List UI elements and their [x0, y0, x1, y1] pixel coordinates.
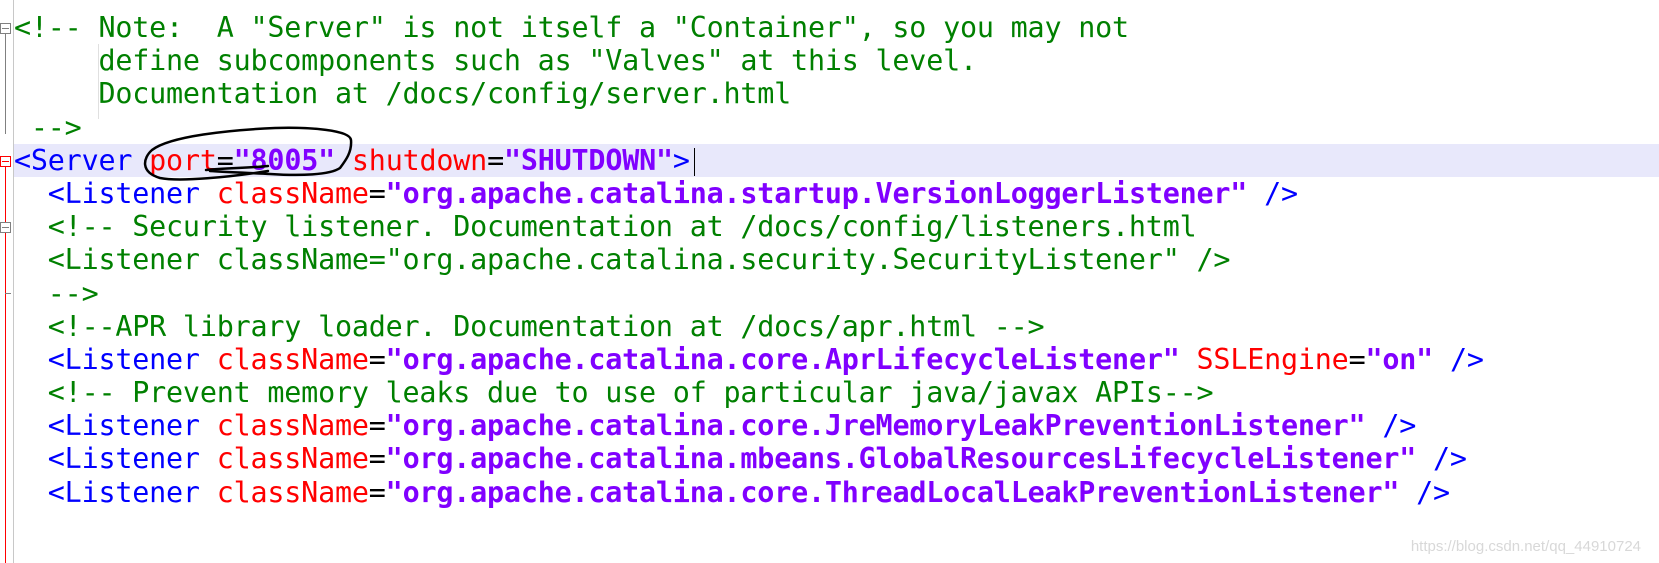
code-line[interactable]: <Listener className="org.apache.catalina…	[14, 476, 1659, 509]
token-comment: -->	[14, 110, 82, 144]
watermark: https://blog.csdn.net/qq_44910724	[1410, 538, 1641, 555]
code-line[interactable]: <Listener className="org.apache.catalina…	[14, 442, 1659, 475]
token-value: "org.apache.catalina.core.ThreadLocalLea…	[385, 475, 1400, 509]
token-comment: <!--APR library loader. Documentation at…	[14, 309, 1045, 343]
token-tag: />	[1247, 176, 1298, 210]
token-comment: <!-- Prevent memory leaks due to use of …	[14, 376, 1214, 410]
code-line[interactable]: <!-- Prevent memory leaks due to use of …	[14, 376, 1659, 409]
token-tag: <Listener	[14, 176, 217, 210]
token-tag: >	[672, 143, 690, 177]
token-value: "org.apache.catalina.startup.VersionLogg…	[385, 176, 1248, 210]
token-value: "8005"	[233, 143, 336, 177]
token-tag: <Listener	[14, 442, 217, 476]
token-eq: =	[1348, 342, 1366, 376]
text-caret	[694, 148, 695, 176]
code-line[interactable]: <Listener className="org.apache.catalina…	[14, 243, 1659, 276]
token-attr: className	[216, 409, 369, 443]
code-lines: <!-- Note: A "Server" is not itself a "C…	[14, 11, 1659, 509]
code-line[interactable]: <Listener className="org.apache.catalina…	[14, 409, 1659, 442]
token-attr: shutdown	[351, 143, 488, 177]
token-eq: =	[368, 442, 386, 476]
code-line[interactable]: <!-- Security listener. Documentation at…	[14, 210, 1659, 243]
fold-toggle-server[interactable]	[0, 156, 11, 167]
token-attr: className	[216, 176, 369, 210]
token-eq: =	[487, 143, 504, 177]
token-value: "org.apache.catalina.mbeans.GlobalResour…	[385, 442, 1417, 476]
fold-end-mark	[5, 293, 11, 294]
token-tag: <Listener	[14, 409, 217, 443]
token-comment: <!-- Security listener. Documentation at…	[14, 210, 1197, 244]
fold-line-comment	[5, 34, 6, 134]
token-tag: <Listener	[14, 342, 217, 376]
code-editor[interactable]: <!-- Note: A "Server" is not itself a "C…	[0, 0, 1659, 563]
token-tag: <Listener	[14, 475, 217, 509]
code-line[interactable]: define subcomponents such as "Valves" at…	[14, 44, 1659, 77]
token-eq: =	[368, 409, 386, 443]
code-line[interactable]: <!--APR library loader. Documentation at…	[14, 310, 1659, 343]
token-eq: =	[368, 475, 386, 509]
token-value: "SHUTDOWN"	[503, 143, 673, 177]
token-tag: <Server	[14, 143, 150, 177]
fold-toggle-comment[interactable]	[0, 23, 11, 34]
token-value: "on"	[1365, 342, 1434, 376]
fold-gutter	[0, 0, 14, 563]
code-line[interactable]: <Listener className="org.apache.catalina…	[14, 177, 1659, 210]
token-eq: =	[368, 342, 386, 376]
code-line[interactable]: -->	[14, 111, 1659, 144]
token-comment: -->	[14, 276, 99, 310]
token-eq: =	[216, 143, 234, 177]
code-line[interactable]: <Server port="8005" shutdown="SHUTDOWN">	[14, 143, 1659, 177]
code-line[interactable]: <Listener className="org.apache.catalina…	[14, 343, 1659, 376]
code-line[interactable]: -->	[14, 277, 1659, 310]
token-value: "org.apache.catalina.core.JreMemoryLeakP…	[385, 409, 1366, 443]
token-tag: />	[1365, 409, 1417, 443]
token-attr: className	[216, 475, 369, 509]
token-attr: className	[216, 342, 369, 376]
token-tag: />	[1416, 442, 1467, 476]
code-line[interactable]: <!-- Note: A "Server" is not itself a "C…	[14, 11, 1659, 44]
token-attr: port	[149, 143, 217, 177]
token-tag: />	[1433, 342, 1484, 376]
token-comment: <Listener className="org.apache.catalina…	[14, 243, 1231, 277]
token-attr: SSLEngine	[1196, 342, 1349, 376]
token-attr: className	[216, 442, 369, 476]
token-eq: =	[368, 176, 386, 210]
token-value: "org.apache.catalina.core.AprLifecycleLi…	[385, 342, 1180, 376]
fold-toggle-security-comment[interactable]	[0, 222, 11, 233]
token-comment: <!-- Note: A "Server" is not itself a "C…	[14, 11, 1129, 44]
token-tag: />	[1399, 475, 1450, 509]
token-comment: Documentation at /docs/config/server.htm…	[14, 77, 792, 111]
token-comment: define subcomponents such as "Valves" at…	[14, 44, 977, 78]
code-line[interactable]: Documentation at /docs/config/server.htm…	[14, 77, 1659, 110]
